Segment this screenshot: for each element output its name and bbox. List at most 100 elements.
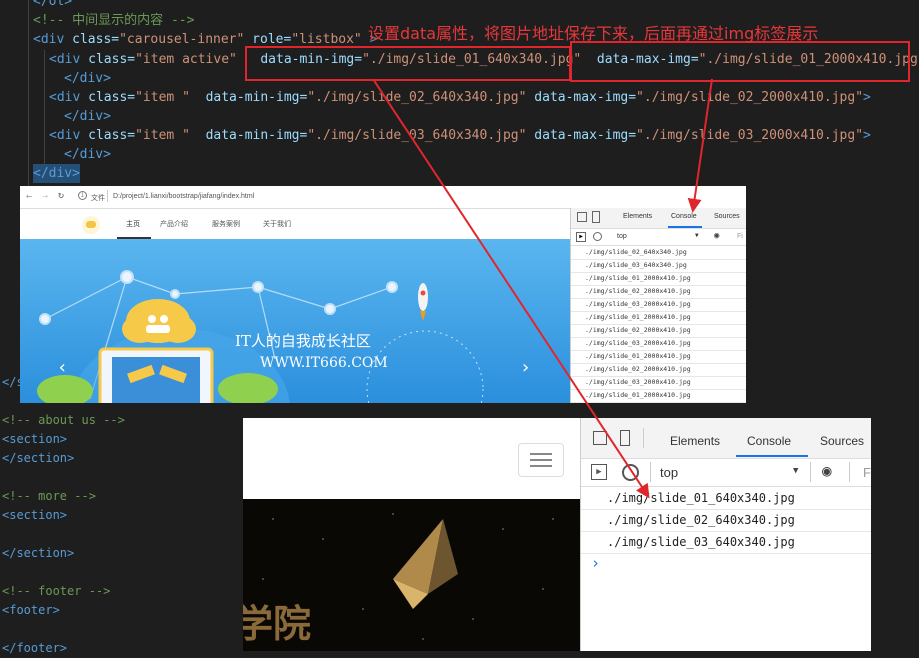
console-log-row: ./img/slide_03_640x340.jpg — [607, 535, 795, 549]
url-text[interactable]: D:/project/1.lianxi/bootstrap/jiafang/in… — [113, 193, 254, 200]
row-divider — [571, 337, 746, 338]
chevron-down-icon[interactable]: ▼ — [793, 466, 798, 476]
eye-icon[interactable]: ◉ — [822, 461, 832, 480]
forward-icon[interactable]: → — [42, 191, 48, 202]
indent-guide — [44, 50, 45, 170]
code-editor-top: </ol> <!-- 中间显示的内容 --> <div class="carou… — [0, 0, 919, 186]
carousel-next-icon[interactable]: › — [520, 357, 531, 378]
back-icon[interactable]: ← — [26, 191, 32, 202]
tag-text: </div> — [33, 166, 80, 181]
highlight-min-img-box — [245, 46, 571, 81]
tag-text: </div> — [64, 71, 111, 86]
divider — [107, 190, 108, 202]
tag-text: <div — [49, 128, 81, 143]
divider — [643, 428, 644, 448]
device-toggle-icon[interactable] — [620, 430, 630, 446]
attr-value: "carousel-inner" — [119, 32, 245, 47]
row-divider — [571, 324, 746, 325]
clear-console-icon[interactable] — [593, 232, 602, 241]
context-select[interactable]: top — [617, 233, 627, 240]
row-divider — [581, 553, 871, 554]
console-prompt[interactable]: › — [591, 554, 600, 572]
tag-text: </ol> — [33, 0, 73, 9]
highlight-max-img-box — [570, 41, 910, 82]
attr-value: "./img/slide_02_2000x410.jpg" — [636, 90, 864, 105]
code-line-div-close: </div> — [64, 145, 111, 164]
code-line: <footer> — [2, 603, 60, 617]
tag-text: <div — [49, 90, 81, 105]
nav-item-cases[interactable]: 服务案例 — [212, 219, 240, 229]
chevron-down-icon[interactable]: ▼ — [695, 232, 699, 239]
attr-value: "./img/slide_03_2000x410.jpg" — [636, 128, 864, 143]
address-bar[interactable]: ← → ↻ i 文件 D:/project/1.lianxi/bootstrap… — [20, 186, 746, 209]
attr-name: class= — [88, 52, 136, 67]
hero-title: 学院 — [243, 601, 312, 646]
code-editor-bottom: </s <!-- about us --> <section> </sectio… — [0, 373, 243, 655]
tab-elements[interactable]: Elements — [623, 213, 652, 220]
devtools-tabbar: Elements Console Sources — [571, 208, 746, 229]
file-label: 文件 — [91, 195, 105, 202]
network-illustration — [37, 270, 484, 403]
attr-name: class= — [88, 90, 136, 105]
code-line: <!-- footer --> — [2, 584, 111, 598]
console-log-row: ./img/slide_03_2000x410.jpg — [585, 378, 691, 386]
comment-text: <!-- 中间显示的内容 --> — [33, 13, 195, 28]
attr-value: "./img/slide_03_640x340.jpg" — [307, 128, 527, 143]
clear-console-icon[interactable] — [622, 464, 639, 481]
attr-name: data-max-img= — [534, 90, 637, 105]
console-log-row: ./img/slide_01_2000x410.jpg — [585, 313, 691, 321]
filter-input[interactable]: Fi — [737, 233, 743, 240]
site-navbar: 主页 产品介绍 服务案例 关于我们 — [20, 209, 570, 239]
cloud-people-icon — [122, 299, 196, 343]
inspect-icon[interactable] — [577, 212, 587, 222]
code-line: <!-- about us --> — [2, 413, 125, 427]
code-line-ol-close: </ol> — [33, 0, 72, 11]
eye-icon[interactable]: ◉ — [714, 231, 719, 241]
sidebar-toggle-icon[interactable]: ▶ — [576, 232, 586, 242]
nav-item-products[interactable]: 产品介绍 — [160, 219, 188, 229]
code-line: </footer> — [2, 641, 68, 655]
annotation-text: 设置data属性，将图片地址保存下来，后面再通过img标签展示 — [368, 24, 819, 43]
indent-guide — [28, 0, 29, 186]
inspect-icon[interactable] — [593, 431, 607, 445]
code-line: </section> — [2, 546, 75, 560]
tab-sources[interactable]: Sources — [714, 213, 740, 220]
tab-elements[interactable]: Elements — [670, 434, 720, 448]
attr-name: role= — [252, 32, 292, 47]
context-select[interactable]: top — [660, 465, 678, 480]
filter-input[interactable]: Fi — [863, 465, 871, 480]
hamburger-menu-button[interactable] — [518, 443, 564, 477]
devtools-panel-small: Elements Console Sources ▶ top ▼ ◉ Fi ./… — [570, 208, 746, 403]
browser-window-desktop: ← → ↻ i 文件 D:/project/1.lianxi/bootstrap… — [20, 186, 746, 403]
sidebar-toggle-icon[interactable]: ▶ — [591, 464, 607, 480]
row-divider — [571, 376, 746, 377]
attr-value: "./img/slide_02_640x340.jpg" — [307, 90, 527, 105]
row-divider — [571, 363, 746, 364]
row-divider — [571, 298, 746, 299]
tab-console[interactable]: Console — [671, 213, 697, 220]
attr-name: class= — [72, 32, 120, 47]
nav-item-about[interactable]: 关于我们 — [263, 219, 291, 229]
code-line: </section> — [2, 451, 75, 465]
divider — [810, 462, 811, 482]
code-line-outer-close: </div> — [33, 164, 80, 183]
divider — [650, 462, 651, 482]
attr-value: "item " — [135, 128, 190, 143]
row-divider — [571, 285, 746, 286]
tab-console[interactable]: Console — [747, 434, 791, 448]
console-log-row: ./img/slide_02_2000x410.jpg — [585, 326, 691, 334]
console-log-row: ./img/slide_03_2000x410.jpg — [585, 339, 691, 347]
console-log-row: ./img/slide_02_640x340.jpg — [585, 248, 687, 256]
reload-icon[interactable]: ↻ — [58, 190, 64, 201]
tag-text: <div — [33, 32, 65, 47]
carousel-prev-icon[interactable]: ‹ — [57, 357, 68, 378]
tab-sources[interactable]: Sources — [820, 434, 864, 448]
attr-name: data-min-img= — [205, 128, 308, 143]
nav-item-home[interactable]: 主页 — [126, 219, 140, 229]
site-logo-icon[interactable] — [82, 216, 100, 234]
tag-text: </div> — [64, 109, 111, 124]
code-line: <section> — [2, 508, 68, 522]
device-toggle-icon[interactable] — [592, 211, 600, 223]
tag-text: </div> — [64, 147, 111, 162]
info-icon[interactable]: i — [78, 191, 87, 200]
